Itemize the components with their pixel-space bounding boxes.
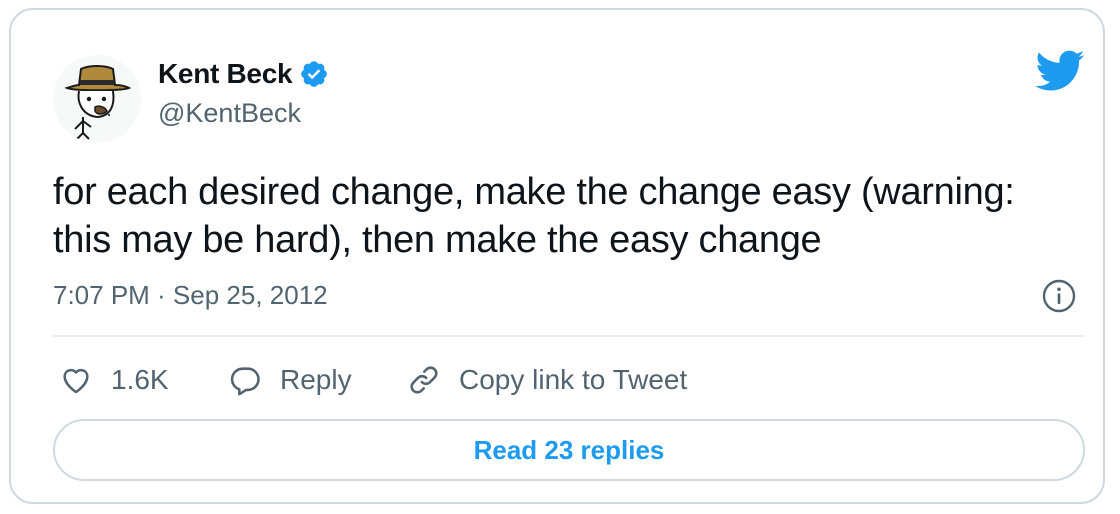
like-count: 1.6K (111, 364, 169, 395)
avatar-illustration (64, 65, 132, 140)
verified-badge-icon (301, 61, 328, 87)
tweet-timestamp[interactable]: 7:07 PM · Sep 25, 2012 (53, 280, 328, 311)
info-icon[interactable] (1041, 278, 1077, 314)
author-name[interactable]: Kent Beck (158, 58, 293, 90)
reply-button[interactable]: Reply (228, 360, 352, 400)
like-button[interactable]: 1.6K (59, 360, 169, 400)
divider (53, 335, 1085, 337)
twitter-bird-icon[interactable] (1035, 50, 1085, 92)
author-handle[interactable]: @KentBeck (158, 98, 301, 129)
tweet-card: Kent Beck @KentBeck for each desired cha… (9, 8, 1105, 504)
avatar[interactable] (53, 55, 141, 143)
reply-label: Reply (280, 364, 352, 395)
author-name-row[interactable]: Kent Beck (158, 58, 329, 90)
link-icon (410, 366, 438, 394)
speech-bubble-icon (230, 367, 260, 396)
heart-icon (63, 368, 89, 394)
copy-link-button[interactable]: Copy link to Tweet (407, 360, 687, 400)
copy-link-label: Copy link to Tweet (459, 364, 688, 395)
read-replies-button[interactable]: Read 23 replies (53, 419, 1085, 481)
tweet-text: for each desired change, make the change… (53, 171, 1015, 261)
